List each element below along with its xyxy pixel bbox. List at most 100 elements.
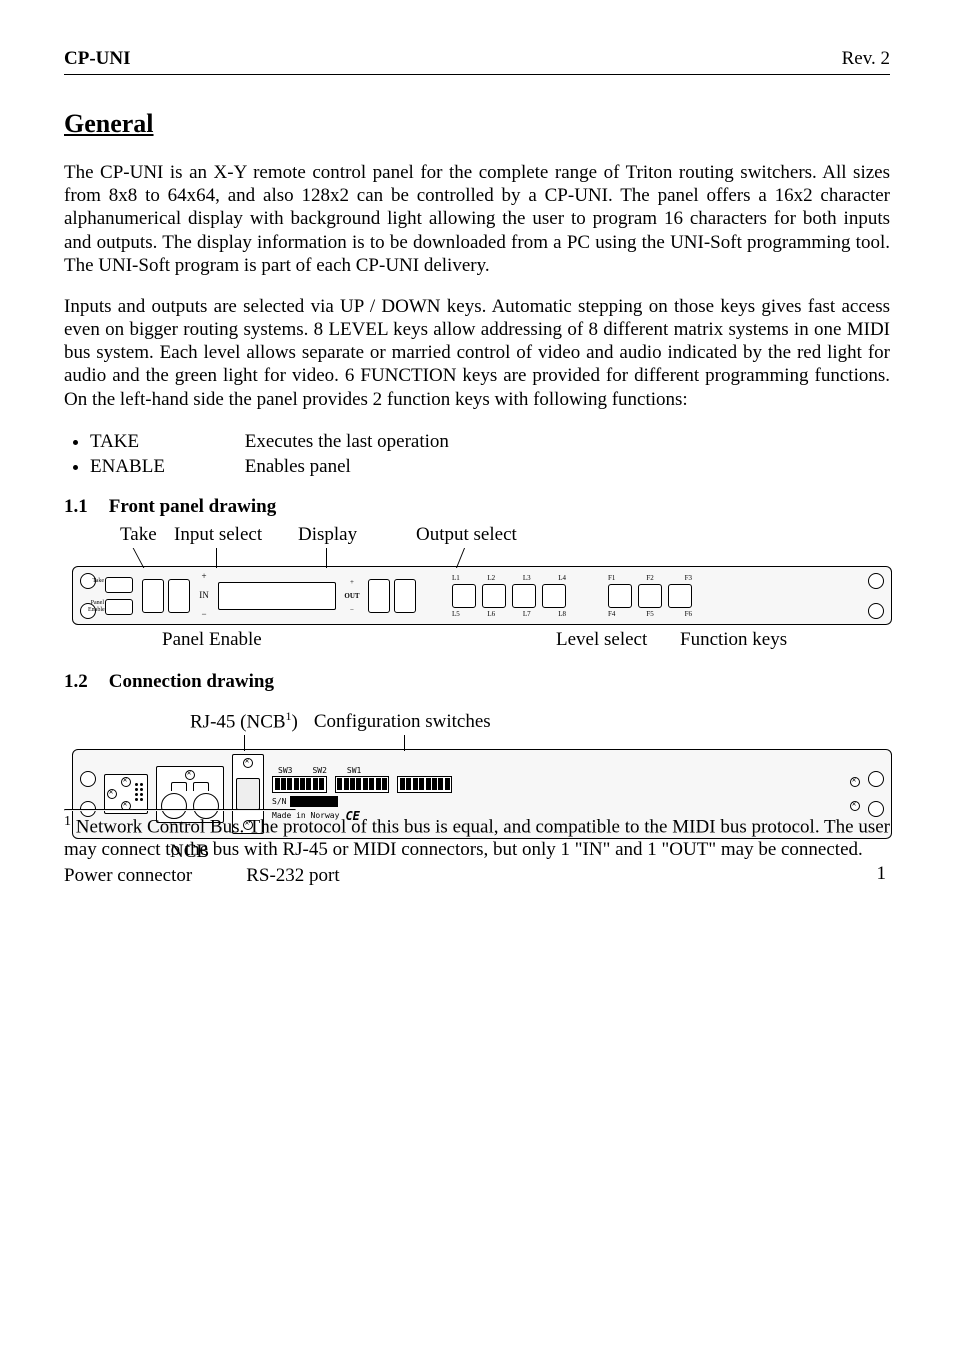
out-minus: − xyxy=(350,606,354,614)
sw2-label: SW2 xyxy=(312,766,326,775)
input-arrow-labels: + IN − xyxy=(199,572,209,619)
header-right: Rev. 2 xyxy=(842,48,890,70)
in-plus: + xyxy=(201,572,206,581)
out-label: OUT xyxy=(344,592,359,600)
label-panel-enable: Panel Enable xyxy=(162,629,262,651)
level-button-2[interactable] xyxy=(482,584,506,608)
lvl-l3: L3 xyxy=(523,574,531,582)
mount-hole xyxy=(80,771,96,787)
label-take: Take xyxy=(120,524,157,546)
take-button-label: Take xyxy=(88,578,104,585)
bullet-take: TAKE Executes the last operation xyxy=(90,429,890,455)
front-top-leaders xyxy=(120,548,882,566)
fn-f2: F2 xyxy=(646,574,653,582)
label-output-select: Output select xyxy=(416,524,517,546)
label-config-switches: Configuration switches xyxy=(314,711,491,733)
label-rj45-post: ) xyxy=(292,711,298,732)
label-input-select: Input select xyxy=(174,524,262,546)
screw-icon xyxy=(107,789,117,799)
subhead-1-1-title: Front panel drawing xyxy=(109,496,277,517)
bullet-take-desc: Executes the last operation xyxy=(245,431,449,452)
rs232-port[interactable] xyxy=(236,778,260,810)
page-number: 1 xyxy=(877,863,887,885)
function-button-2[interactable] xyxy=(638,584,662,608)
output-up-button[interactable] xyxy=(368,579,390,613)
mount-hole xyxy=(868,771,884,787)
subhead-1-2: 1.2 Connection drawing xyxy=(64,671,890,693)
level-button-1[interactable] xyxy=(452,584,476,608)
dip-sw2[interactable] xyxy=(335,776,390,793)
label-rj45-ncb: RJ-45 (NCB1) xyxy=(190,709,298,733)
take-button[interactable]: Take xyxy=(105,577,133,593)
level-button-4[interactable] xyxy=(542,584,566,608)
lvl-l6: L6 xyxy=(487,610,495,618)
label-function-keys: Function keys xyxy=(680,629,787,651)
footnote-1-text: Network Control Bus. The protocol of thi… xyxy=(64,816,890,860)
rj45-out-jack[interactable] xyxy=(193,782,209,791)
lvl-l4: L4 xyxy=(558,574,566,582)
front-panel: Take Panel Enable + IN − + OUT − xyxy=(72,566,892,625)
output-down-button[interactable] xyxy=(394,579,416,613)
in-minus: − xyxy=(201,610,206,619)
page-header: CP-UNI Rev. 2 xyxy=(64,48,890,75)
front-bottom-labels: Panel Enable Level select Function keys xyxy=(120,629,890,653)
function-group: F1 F2 F3 F4 F5 F6 xyxy=(608,574,692,618)
fn-f4: F4 xyxy=(608,610,615,618)
fn-f6: F6 xyxy=(685,610,692,618)
bullet-enable-label: ENABLE xyxy=(90,454,240,480)
mount-holes-right xyxy=(868,573,884,619)
lvl-l5: L5 xyxy=(452,610,460,618)
output-arrow-labels: + OUT − xyxy=(345,578,359,614)
panel-enable-button-label: Panel Enable xyxy=(88,600,104,614)
label-power-connector: Power connector xyxy=(64,865,192,887)
lvl-l8: L8 xyxy=(558,610,566,618)
footnote-block: 1 Network Control Bus. The protocol of t… xyxy=(64,809,890,862)
front-panel-figure: Take Input select Display Output select … xyxy=(64,524,890,653)
bullet-list: TAKE Executes the last operation ENABLE … xyxy=(64,429,890,480)
out-plus: + xyxy=(350,578,354,586)
label-rs232-port: RS-232 port xyxy=(246,865,339,887)
lvl-l1: L1 xyxy=(452,574,460,582)
rj45-in-jack[interactable] xyxy=(171,782,187,791)
subhead-1-1: 1.1 Front panel drawing xyxy=(64,496,890,518)
front-top-labels: Take Input select Display Output select xyxy=(120,524,890,548)
in-label: IN xyxy=(199,591,209,600)
mount-hole xyxy=(868,603,884,619)
dip-sw3[interactable] xyxy=(272,776,327,793)
level-group: L1 L2 L3 L4 L5 L6 L7 L8 xyxy=(452,574,566,618)
label-level-select: Level select xyxy=(556,629,647,651)
label-display: Display xyxy=(298,524,357,546)
subhead-1-2-title: Connection drawing xyxy=(109,671,274,692)
footnote-1-num: 1 xyxy=(64,814,71,829)
footnote-1: 1 Network Control Bus. The protocol of t… xyxy=(64,813,890,862)
sn-box xyxy=(290,796,338,807)
panel-enable-button[interactable]: Panel Enable xyxy=(105,599,133,615)
input-up-button[interactable] xyxy=(142,579,164,613)
dip-sw1[interactable] xyxy=(397,776,452,793)
subhead-1-1-num: 1.1 xyxy=(64,496,104,518)
bullet-enable-desc: Enables panel xyxy=(245,456,351,477)
fn-f5: F5 xyxy=(646,610,653,618)
fn-f1: F1 xyxy=(608,574,615,582)
level-button-3[interactable] xyxy=(512,584,536,608)
input-updown xyxy=(142,579,190,613)
header-left: CP-UNI xyxy=(64,48,131,70)
power-connector[interactable] xyxy=(135,783,145,805)
footnote-separator xyxy=(64,809,296,811)
paragraph-2: Inputs and outputs are selected via UP /… xyxy=(64,295,890,411)
lvl-l2: L2 xyxy=(487,574,495,582)
rear-bottom-labels: Power connector RS-232 port xyxy=(64,865,890,887)
function-button-3[interactable] xyxy=(668,584,692,608)
screw-icon xyxy=(243,758,253,768)
sw1-label: SW1 xyxy=(347,766,361,775)
lvl-l7: L7 xyxy=(523,610,531,618)
rear-top-labels: RJ-45 (NCB1) Configuration switches xyxy=(190,709,890,733)
mount-hole xyxy=(868,573,884,589)
screw-icon xyxy=(185,770,195,780)
bullet-enable: ENABLE Enables panel xyxy=(90,454,890,480)
sn-label: S/N xyxy=(272,797,286,806)
fn-f3: F3 xyxy=(685,574,692,582)
input-down-button[interactable] xyxy=(168,579,190,613)
paragraph-1: The CP-UNI is an X-Y remote control pane… xyxy=(64,161,890,277)
function-button-1[interactable] xyxy=(608,584,632,608)
